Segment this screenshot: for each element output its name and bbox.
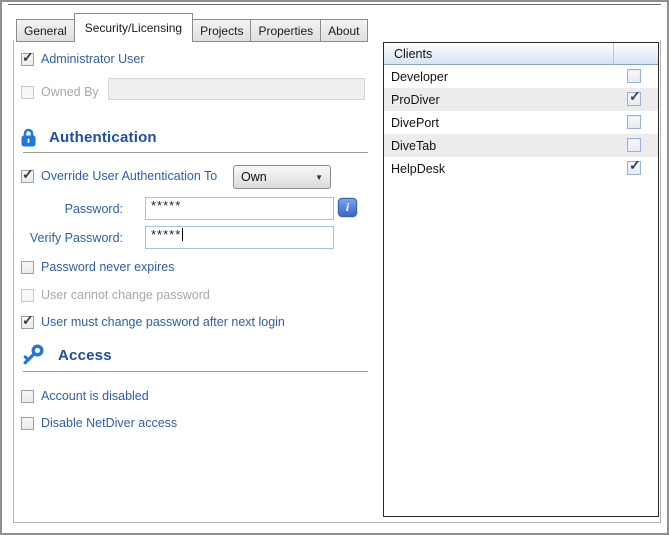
override-auth-checkbox[interactable]: ✓ — [21, 170, 34, 183]
disable-netdiver-row[interactable]: ✓ Disable NetDiver access — [21, 416, 177, 430]
auth-type-dropdown[interactable]: Own ▼ — [233, 165, 331, 189]
clients-column-header[interactable]: Clients — [384, 43, 658, 65]
authentication-divider — [23, 152, 368, 153]
check-icon: ✓ — [22, 50, 34, 64]
key-icon — [21, 344, 45, 366]
client-license-checkbox[interactable]: ✓ — [627, 115, 641, 129]
administrator-user-label: Administrator User — [41, 52, 145, 66]
check-icon: ✓ — [22, 313, 34, 327]
client-name: ProDiver — [391, 93, 440, 107]
tab-projects[interactable]: Projects — [192, 19, 251, 42]
security-licensing-dialog: General Security/Licensing Projects Prop… — [0, 0, 669, 535]
client-license-checkbox[interactable]: ✓ — [627, 69, 641, 83]
account-disabled-label: Account is disabled — [41, 389, 149, 403]
verify-password-masked-value: ***** — [151, 227, 181, 242]
info-icon[interactable]: i — [338, 198, 357, 217]
lock-icon — [21, 128, 36, 147]
password-masked-value: ***** — [151, 198, 181, 213]
user-cannot-change-password-row: ✓ User cannot change password — [21, 288, 210, 302]
disable-netdiver-checkbox[interactable]: ✓ — [21, 417, 34, 430]
client-license-checkbox[interactable]: ✓ — [627, 161, 641, 175]
administrator-user-checkbox[interactable]: ✓ — [21, 53, 34, 66]
check-icon: ✓ — [629, 89, 641, 103]
password-never-expires-label: Password never expires — [41, 260, 174, 274]
client-name: DiveTab — [391, 139, 436, 153]
client-row-developer[interactable]: Developer ✓ — [384, 65, 658, 88]
must-change-password-row[interactable]: ✓ User must change password after next l… — [21, 315, 285, 329]
owned-by-input — [108, 78, 365, 100]
client-license-checkbox[interactable]: ✓ — [627, 92, 641, 106]
password-never-expires-row[interactable]: ✓ Password never expires — [21, 260, 174, 274]
verify-password-label: Verify Password: — [20, 231, 123, 245]
client-row-helpdesk[interactable]: HelpDesk ✓ — [384, 157, 658, 180]
authentication-title: Authentication — [49, 129, 157, 146]
disable-netdiver-label: Disable NetDiver access — [41, 416, 177, 430]
verify-password-input[interactable]: ***** — [145, 226, 334, 249]
override-auth-label: Override User Authentication To — [41, 169, 217, 183]
chevron-down-icon: ▼ — [315, 173, 323, 182]
text-caret — [182, 228, 183, 241]
user-cannot-change-password-label: User cannot change password — [41, 288, 210, 302]
top-divider — [8, 4, 661, 5]
tab-bar: General Security/Licensing Projects Prop… — [17, 13, 368, 42]
tab-properties[interactable]: Properties — [250, 19, 321, 42]
account-disabled-checkbox[interactable]: ✓ — [21, 390, 34, 403]
password-input[interactable]: ***** — [145, 197, 334, 220]
must-change-password-checkbox[interactable]: ✓ — [21, 316, 34, 329]
client-license-checkbox[interactable]: ✓ — [627, 138, 641, 152]
client-row-divetab[interactable]: DiveTab ✓ — [384, 134, 658, 157]
client-row-prodiver[interactable]: ProDiver ✓ — [384, 88, 658, 111]
authentication-section-header: Authentication — [21, 126, 157, 148]
override-auth-row[interactable]: ✓ Override User Authentication To — [21, 169, 217, 183]
check-icon: ✓ — [22, 167, 34, 181]
client-row-diveport[interactable]: DivePort ✓ — [384, 111, 658, 134]
auth-type-value: Own — [241, 170, 267, 184]
owned-by-row: ✓ Owned By — [21, 85, 99, 99]
password-label: Password: — [20, 202, 123, 216]
account-disabled-row[interactable]: ✓ Account is disabled — [21, 389, 149, 403]
column-separator — [613, 43, 614, 65]
password-never-expires-checkbox[interactable]: ✓ — [21, 261, 34, 274]
tab-about[interactable]: About — [320, 19, 367, 42]
owned-by-checkbox: ✓ — [21, 86, 34, 99]
access-divider — [23, 371, 368, 372]
access-title: Access — [58, 347, 112, 364]
clients-table: Clients Developer ✓ ProDiver ✓ DivePort … — [383, 42, 659, 517]
client-name: DivePort — [391, 116, 439, 130]
user-cannot-change-password-checkbox: ✓ — [21, 289, 34, 302]
client-name: Developer — [391, 70, 448, 84]
owned-by-label: Owned By — [41, 85, 99, 99]
access-section-header: Access — [21, 344, 112, 366]
tab-general[interactable]: General — [16, 19, 75, 42]
client-name: HelpDesk — [391, 162, 445, 176]
tab-security-licensing[interactable]: Security/Licensing — [74, 13, 193, 42]
must-change-password-label: User must change password after next log… — [41, 315, 285, 329]
administrator-user-row[interactable]: ✓ Administrator User — [21, 52, 145, 66]
check-icon: ✓ — [629, 158, 641, 172]
clients-header-label: Clients — [394, 47, 432, 61]
